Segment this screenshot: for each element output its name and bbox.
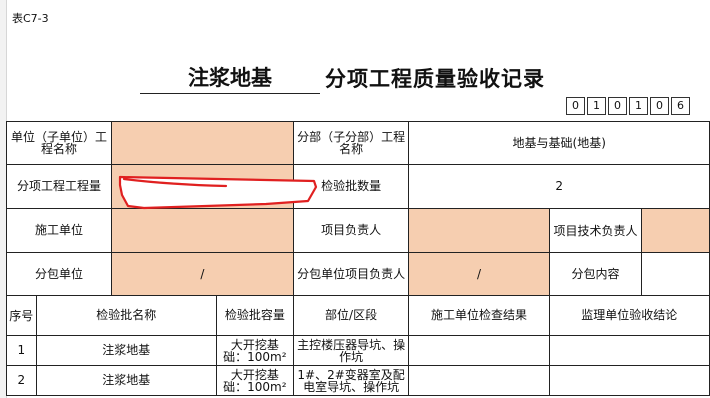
form-code-digit: 0	[566, 97, 585, 115]
sub-label: 分包单位	[5, 252, 113, 296]
row-conclusion[interactable]	[548, 365, 710, 396]
page-title: 分项工程质量验收记录	[325, 67, 545, 91]
form-code: 0 1 0 1 0 6	[566, 97, 692, 115]
sub-content-value[interactable]	[641, 252, 710, 296]
item-qty-label: 分项工程工程量	[5, 164, 113, 209]
row-no: 1	[6, 335, 37, 366]
column-header-no: 序号	[6, 295, 37, 336]
division-value[interactable]: 地基与基础(地基)	[408, 121, 710, 165]
pm-value[interactable]	[408, 208, 550, 253]
row-conclusion[interactable]	[548, 335, 710, 366]
sub-content-label: 分包内容	[548, 252, 643, 296]
sub-value[interactable]: /	[111, 252, 294, 296]
column-header-capacity: 检验批容量	[216, 295, 294, 336]
batch-count-value[interactable]: 2	[408, 164, 710, 209]
contractor-value[interactable]	[111, 208, 294, 253]
pm-label: 项目负责人	[292, 208, 410, 253]
row-no: 2	[6, 365, 37, 396]
table-row: 2 注浆地基 大开挖基础：100m² 1#、2#变器室及配电室导坑、操作坑	[6, 365, 710, 396]
row-check[interactable]	[408, 365, 550, 396]
tech-lead-value[interactable]	[641, 208, 710, 253]
document-code: 表C7-3	[12, 12, 49, 25]
form-code-digit: 6	[671, 97, 690, 115]
table-row: 1 注浆地基 大开挖基础：100m² 主控楼压器导坑、操作坑	[6, 335, 710, 366]
row-location: 主控楼压器导坑、操作坑	[292, 335, 410, 366]
item-qty-value[interactable]	[111, 164, 294, 209]
title-blank-value: 注浆地基	[188, 66, 272, 90]
title-underline	[140, 93, 320, 94]
unit-value[interactable]	[111, 121, 294, 165]
form-code-digit: 0	[608, 97, 627, 115]
record-table-wrapper: 单位（子单位）工程名称 分部（子分部）工程名称 地基与基础(地基) 分项工程工程…	[5, 121, 710, 398]
tech-lead-label: 项目技术负责人	[548, 208, 643, 253]
batch-count-label: 检验批数量	[292, 164, 410, 209]
column-header-location: 部位/区段	[292, 295, 410, 336]
row-name: 注浆地基	[35, 365, 218, 396]
sub-pm-value[interactable]: /	[408, 252, 550, 296]
column-header-conclusion: 监理单位验收结论	[548, 295, 710, 336]
row-check[interactable]	[408, 335, 550, 366]
column-header-name: 检验批名称	[35, 295, 218, 336]
unit-label: 单位（子单位）工程名称	[5, 121, 113, 165]
contractor-label: 施工单位	[5, 208, 113, 253]
row-name: 注浆地基	[35, 335, 218, 366]
sub-pm-label: 分包单位项目负责人	[292, 252, 410, 296]
row-capacity: 大开挖基础：100m²	[216, 365, 294, 396]
form-code-digit: 1	[587, 97, 606, 115]
row-location: 1#、2#变器室及配电室导坑、操作坑	[292, 365, 410, 396]
record-table: 单位（子单位）工程名称 分部（子分部）工程名称 地基与基础(地基) 分项工程工程…	[5, 121, 710, 396]
division-label: 分部（子分部）工程名称	[292, 121, 410, 165]
column-header-check: 施工单位检查结果	[408, 295, 550, 336]
form-code-digit: 0	[650, 97, 669, 115]
form-code-digit: 1	[629, 97, 648, 115]
row-capacity: 大开挖基础：100m²	[216, 335, 294, 366]
